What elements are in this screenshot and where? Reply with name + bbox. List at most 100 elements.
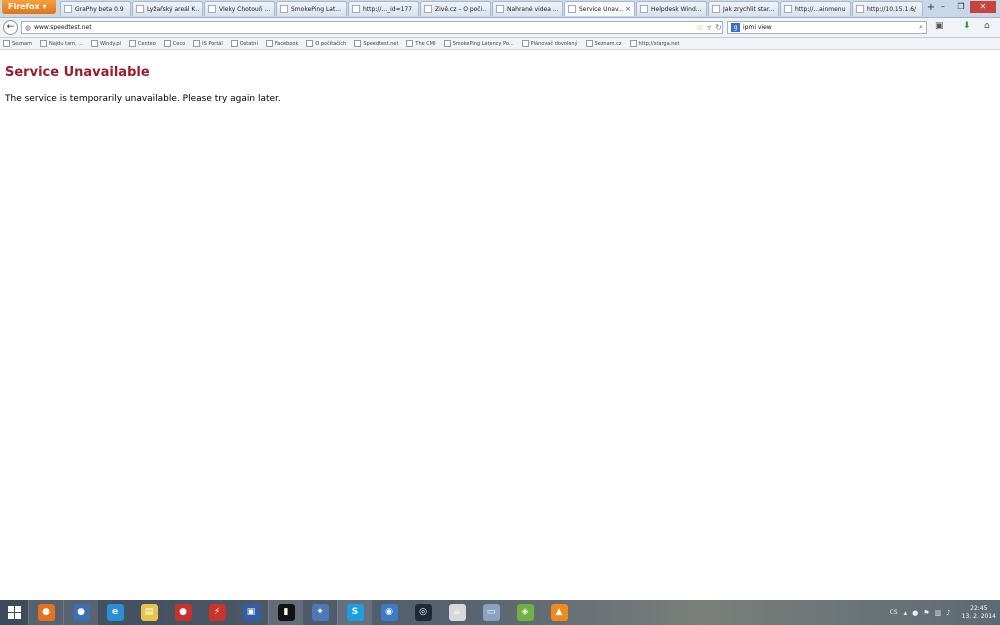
taskbar-vlc-button[interactable]: ▲ [542,600,576,625]
tray-expand-icon[interactable]: ▴ [904,609,908,617]
bookmark-item[interactable]: Seznam.cz [585,40,622,47]
language-indicator[interactable]: CS [890,609,898,616]
url-text[interactable]: www.speedtest.net [34,24,692,31]
browser-tab[interactable]: Živě.cz – O poči... [420,1,491,16]
bookmark-item[interactable]: Facebook [265,40,298,47]
bookmark-item[interactable]: IS Portál [193,40,223,47]
back-button[interactable]: ← [3,20,18,35]
bookmark-favicon-icon [629,40,637,47]
bookmark-item[interactable]: SmokePing Latency Po... [443,40,514,47]
tab-label: Vleky Chotouň ... [219,5,271,13]
vmware-icon: ◈ [516,604,534,621]
taskbar-internet-explorer-button[interactable]: e [98,600,132,625]
search-engine-icon[interactable]: g [731,23,740,32]
search-bar[interactable]: g ipmi view ⌕ [727,21,927,34]
start-button[interactable] [0,600,28,625]
network-icon[interactable]: ▥ [935,609,942,617]
browser-tab[interactable]: http://10.15.1.6/ [852,1,923,16]
taskbar-steam-button[interactable]: ◎ [406,600,440,625]
bookmark-label: O počítačích [315,40,347,47]
home-icon[interactable]: ⌂ [984,21,990,31]
bookmark-item[interactable]: Ostatní [230,40,258,47]
browser-tab[interactable]: Lyžařský areál K... [132,1,203,16]
java-icon: ☕ [448,604,466,621]
bookmark-label: http://starga.net [638,40,680,47]
download-icon[interactable]: ⬇ [963,21,971,31]
url-bar[interactable]: ◍ www.speedtest.net ☆ ▿ ↻ [21,21,723,34]
history-dropdown-icon[interactable]: ▿ [707,23,711,32]
file-explorer-icon: ▤ [140,604,158,621]
browser-tab[interactable]: Vleky Chotouň ... [204,1,275,16]
volume-icon[interactable]: ♪ [946,609,950,617]
browser-tab[interactable]: SmokePing Lat... [276,1,347,16]
taskbar-vm-client-button[interactable]: ◉ [372,600,406,625]
firefox-menu-label: Firefox [8,2,40,11]
bookmark-item[interactable]: Speedtest.net [354,40,398,47]
tab-close-icon[interactable]: × [625,5,631,13]
taskbar-thunderbird-button[interactable]: ● [63,600,98,625]
bookmark-favicon-icon [354,40,362,47]
taskbar-remote-desktop-button[interactable]: ▭ [474,600,508,625]
bookmark-star-icon[interactable]: ☆ [696,23,703,32]
flag-icon[interactable]: ⚑ [923,609,929,617]
bookmark-favicon-icon [193,40,201,47]
favicon-icon [208,5,216,13]
remote-desktop-icon: ▭ [482,604,500,621]
bookmark-item[interactable]: The CMI [406,40,436,47]
media-icon: ● [174,604,192,621]
taskbar-firefox-button[interactable]: ● [28,600,63,625]
tab-label: http://10.15.1.6/ [867,5,917,13]
browser-tab[interactable]: http://..._id=177 [348,1,419,16]
search-icon[interactable]: ⌕ [919,23,923,32]
bookmark-item[interactable]: http://starga.net [629,40,680,47]
firefox-menu-button[interactable]: Firefox ▾ [2,0,56,14]
globe-icon: ◍ [25,23,32,32]
bookmark-item[interactable]: Centeo [128,40,156,47]
taskbar-vmware-button[interactable]: ◈ [508,600,542,625]
window-titlebar: Firefox ▾ GraPhy beta 0.9 Lyžařský areál … [0,0,1000,18]
bookmark-label: Ceco [172,40,186,47]
bookmark-item[interactable]: Najdu tam, ... [39,40,83,47]
tab-label: Lyžařský areál K... [147,5,199,13]
bookmark-label: Seznam.cz [594,40,622,47]
taskbar-skype-button[interactable]: S [337,600,372,625]
tab-label: SmokePing Lat... [291,5,342,13]
bookmark-item[interactable]: Windy.pl [90,40,121,47]
firefox-icon: ● [37,604,55,621]
browser-tab[interactable]: GraPhy beta 0.9 [60,1,131,16]
page-content: Service Unavailable The service is tempo… [0,51,1000,600]
bookmark-item[interactable]: Plánovač dovolený [521,40,578,47]
bookmark-label: The CMI [415,40,436,47]
filezilla-icon: ⚡ [208,604,226,621]
taskbar-disk-tool-button[interactable]: ▣ [234,600,268,625]
tab-label: Service Unav... [579,5,624,13]
taskbar-terminal-button[interactable]: ▮ [268,600,303,625]
browser-tab[interactable]: http://...ainmenu [780,1,851,16]
taskbar-java-button[interactable]: ☕ [440,600,474,625]
tray-app-icon[interactable]: ● [912,609,918,617]
bookmark-item[interactable]: O počítačích [306,40,346,47]
taskbar-media-button[interactable]: ● [166,600,200,625]
toolbar-window-icon[interactable]: ▣ [935,21,944,31]
browser-tab[interactable]: Jak zrychlit star... [708,1,779,16]
browser-tab[interactable]: Service Unav... × [564,1,635,16]
maximize-button[interactable]: ❐ [952,1,970,13]
bookmark-item[interactable]: Ceco [163,40,186,47]
vlc-icon: ▲ [550,604,568,621]
skype-icon: S [346,604,364,621]
favicon-icon [856,5,864,13]
taskbar-file-explorer-button[interactable]: ▤ [132,600,166,625]
search-input[interactable]: ipmi view [743,24,919,31]
clock[interactable]: 22:45 13. 2. 2014 [962,605,996,621]
taskbar-filezilla-button[interactable]: ⚡ [200,600,234,625]
bookmark-item[interactable]: Seznam [3,40,32,47]
bookmark-label: Windy.pl [99,40,121,47]
bookmark-favicon-icon [128,40,136,47]
reload-icon[interactable]: ↻ [715,23,722,32]
close-window-button[interactable]: ✕ [970,1,996,13]
browser-tab[interactable]: Nahrané videa ... [492,1,563,16]
minimize-button[interactable]: – [934,1,952,13]
browser-tab[interactable]: Helpdesk Wind... [636,1,707,16]
taskbar-network-tool-button[interactable]: ✦ [303,600,337,625]
bookmark-favicon-icon [443,40,451,47]
